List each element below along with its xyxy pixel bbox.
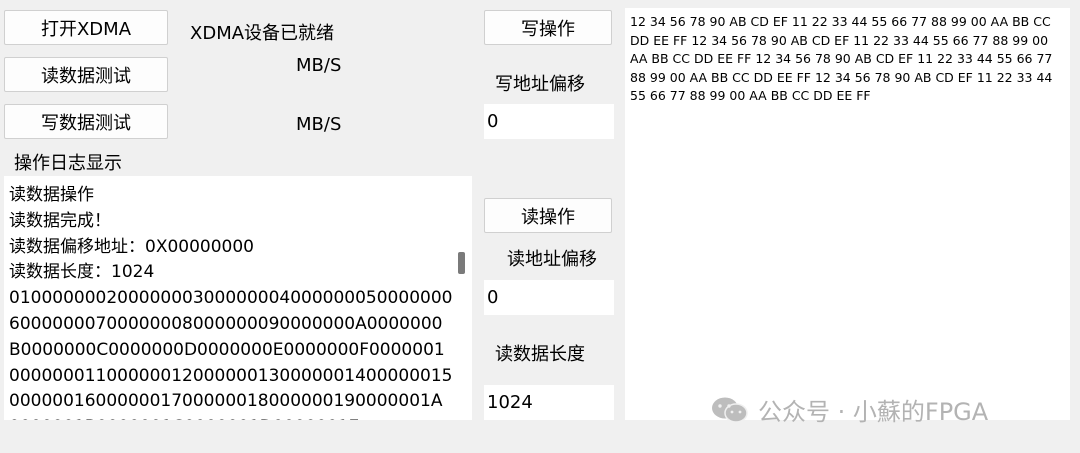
write-data-text: 12 34 56 78 90 AB CD EF 11 22 33 44 55 6… (630, 14, 1057, 104)
log-textarea[interactable]: 读数据操作 读数据完成！ 读数据偏移地址：0X00000000 读数据长度：10… (4, 176, 472, 420)
write-offset-label: 写地址偏移 (495, 74, 585, 95)
device-status-text: XDMA设备已就绪 (190, 23, 335, 44)
write-speed-unit: MB/S (296, 114, 342, 135)
log-scrollbar-thumb[interactable] (458, 252, 465, 274)
write-test-button-label: 写数据测试 (41, 112, 131, 134)
watermark-text: 公众号 · 小蘇的FPGA (758, 398, 989, 426)
log-label: 操作日志显示 (14, 153, 122, 174)
log-scrollbar[interactable] (452, 176, 472, 420)
read-length-label: 读数据长度 (495, 344, 585, 365)
read-offset-input[interactable] (484, 280, 614, 315)
read-length-input[interactable] (484, 385, 614, 420)
write-test-button[interactable]: 写数据测试 (4, 104, 168, 139)
write-offset-input[interactable] (484, 104, 614, 139)
write-data-textarea[interactable]: 12 34 56 78 90 AB CD EF 11 22 33 44 55 6… (625, 8, 1070, 420)
write-button[interactable]: 写操作 (484, 10, 612, 45)
log-text: 读数据操作 读数据完成！ 读数据偏移地址：0X00000000 读数据长度：10… (9, 185, 453, 420)
read-test-button-label: 读数据测试 (41, 65, 131, 87)
read-speed-unit: MB/S (296, 55, 342, 76)
read-button[interactable]: 读操作 (484, 198, 612, 233)
write-button-label: 写操作 (521, 18, 575, 40)
wechat-icon (712, 397, 748, 423)
read-button-label: 读操作 (521, 206, 575, 228)
read-test-button[interactable]: 读数据测试 (4, 57, 168, 92)
open-xdma-button[interactable]: 打开XDMA (4, 10, 168, 45)
watermark: 公众号 · 小蘇的FPGA (710, 392, 988, 427)
open-xdma-button-label: 打开XDMA (40, 18, 132, 40)
read-offset-label: 读地址偏移 (507, 249, 597, 270)
